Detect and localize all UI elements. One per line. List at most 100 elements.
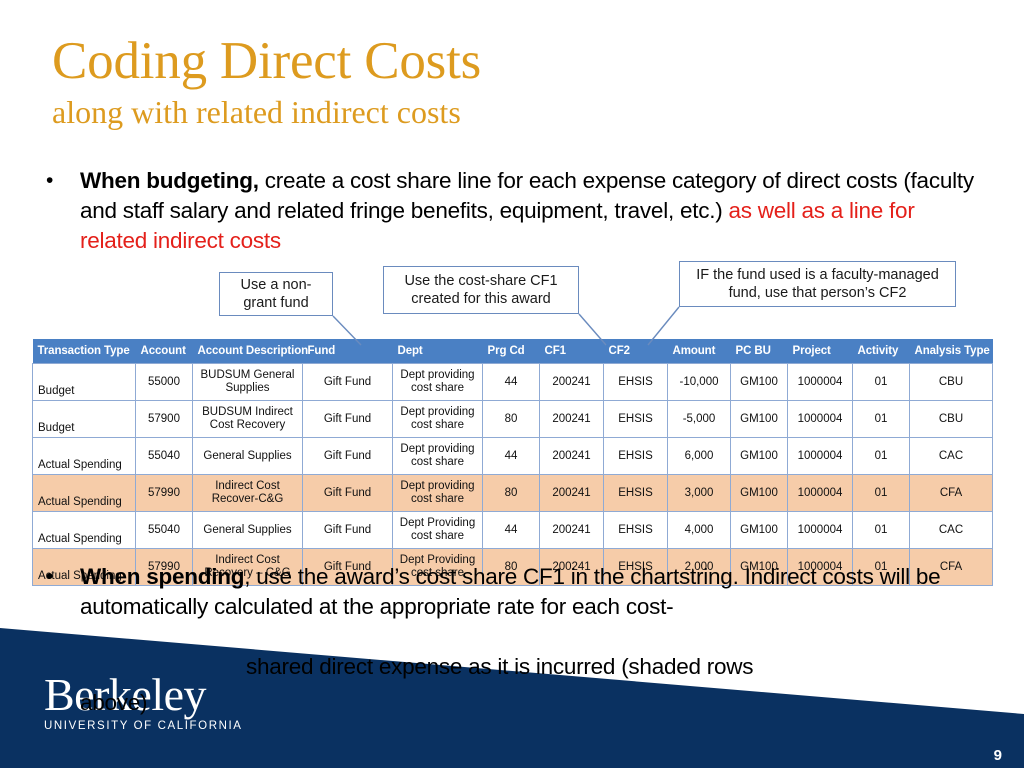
table-cell: Dept Providing cost share: [392, 511, 483, 549]
table-cell: Gift Fund: [302, 474, 393, 512]
table-cell: 44: [482, 511, 540, 549]
table-cell: 55040: [135, 511, 193, 549]
table-cell: EHSIS: [603, 400, 668, 438]
table-cell: GM100: [730, 437, 788, 475]
table-cell: Dept providing cost share: [392, 437, 483, 475]
col-header-activity: Activity: [852, 339, 910, 364]
table-cell: Actual Spending: [32, 474, 136, 512]
table-cell: BUDSUM General Supplies: [192, 363, 303, 401]
table-cell: EHSIS: [603, 474, 668, 512]
table-header-row: Transaction Type Account Account Descrip…: [32, 339, 993, 364]
bullet-spending-text: When spending, use the award’s cost shar…: [80, 562, 1006, 622]
callout-2-text: Use the cost-share CF1 created for this …: [404, 273, 558, 307]
col-header-cf2: CF2: [603, 339, 668, 364]
col-header-prg-cd: Prg Cd: [482, 339, 540, 364]
table-cell: 55000: [135, 363, 193, 401]
callout-faculty-managed-fund-cf2: IF the fund used is a faculty-managed fu…: [679, 261, 956, 307]
table-cell: 1000004: [787, 511, 853, 549]
table-cell: 200241: [539, 474, 604, 512]
bullet-spending: • When spending, use the award’s cost sh…: [46, 562, 1006, 622]
table-cell: EHSIS: [603, 437, 668, 475]
footer-bar: [0, 740, 1024, 768]
callout-3-text: IF the fund used is a faculty-managed fu…: [696, 267, 939, 301]
bullet-budgeting-lead: When budgeting,: [80, 168, 259, 193]
col-header-account-description: Account Description: [192, 339, 308, 364]
bullet-spending-lead: When spending: [80, 564, 245, 589]
col-header-account: Account: [135, 339, 193, 364]
page-title: Coding Direct Costs: [52, 32, 482, 90]
col-header-cf1: CF1: [539, 339, 604, 364]
table-cell: 44: [482, 437, 540, 475]
table-cell: 200241: [539, 400, 604, 438]
bullet-marker-icon: •: [46, 169, 54, 192]
title-block: Coding Direct Costs along with related i…: [52, 32, 952, 131]
table-row: Actual Spending 57990 Indirect Cost Recove…: [32, 474, 993, 512]
berkeley-tagline: UNIVERSITY OF CALIFORNIA: [44, 720, 243, 732]
col-header-pc-bu: PC BU: [730, 339, 788, 364]
cost-table-body: Budget 55000 BUDSUM General Supplies Gift F…: [32, 363, 993, 586]
bullet-spending-overflow-line-2: above): [80, 690, 148, 715]
table-cell: Actual Spending: [32, 511, 136, 549]
table-row: Actual Spending 55040 General Supplies Gift…: [32, 437, 993, 475]
table-cell: 80: [482, 400, 540, 438]
col-header-transaction-type: Transaction Type: [32, 339, 136, 364]
bullet-marker-icon-2: •: [46, 565, 54, 588]
bullet-spending-overflow-line: shared direct expense as it is incurred …: [246, 654, 754, 679]
table-cell: 6,000: [667, 437, 731, 475]
table-cell: CAC: [909, 437, 993, 475]
table-cell: GM100: [730, 474, 788, 512]
table-cell: 200241: [539, 437, 604, 475]
table-row: Budget 55000 BUDSUM General Supplies Gift F…: [32, 363, 993, 401]
table-cell: -5,000: [667, 400, 731, 438]
table-cell: Actual Spending: [32, 437, 136, 475]
col-header-analysis-type: Analysis Type: [909, 339, 993, 364]
table-cell: 55040: [135, 437, 193, 475]
table-cell: Dept providing cost share: [392, 400, 483, 438]
table-row: Actual Spending 55040 General Supplies Gift…: [32, 511, 993, 549]
table-cell: CBU: [909, 363, 993, 401]
page-subtitle: along with related indirect costs: [52, 94, 461, 131]
cost-table-container: Transaction Type Account Account Descrip…: [32, 339, 993, 586]
callout-use-cost-share-cf1: Use the cost-share CF1 created for this …: [383, 266, 579, 314]
table-cell: Budget: [32, 400, 136, 438]
table-cell: CBU: [909, 400, 993, 438]
col-header-project: Project: [787, 339, 853, 364]
table-cell: 1000004: [787, 474, 853, 512]
table-cell: 01: [852, 437, 910, 475]
callout-1-text: Use a non-grant fund: [240, 277, 312, 311]
table-cell: 200241: [539, 511, 604, 549]
table-cell: Gift Fund: [302, 363, 393, 401]
col-header-amount: Amount: [667, 339, 731, 364]
table-cell: 4,000: [667, 511, 731, 549]
table-cell: GM100: [730, 511, 788, 549]
table-cell: Gift Fund: [302, 511, 393, 549]
table-cell: 01: [852, 363, 910, 401]
table-cell: -10,000: [667, 363, 731, 401]
bullet-budgeting: • When budgeting, create a cost share li…: [46, 166, 976, 256]
table-cell: 01: [852, 511, 910, 549]
table-cell: 80: [482, 474, 540, 512]
table-cell: 1000004: [787, 437, 853, 475]
table-cell: EHSIS: [603, 511, 668, 549]
bullet-budgeting-text: When budgeting, create a cost share line…: [80, 166, 976, 256]
table-cell: 1000004: [787, 363, 853, 401]
table-cell: Budget: [32, 363, 136, 401]
table-cell: 57900: [135, 400, 193, 438]
table-cell: 1000004: [787, 400, 853, 438]
table-cell: EHSIS: [603, 363, 668, 401]
table-cell: General Supplies: [192, 437, 303, 475]
table-cell: GM100: [730, 400, 788, 438]
slide-number: 9: [993, 747, 1002, 764]
table-cell: 44: [482, 363, 540, 401]
table-cell: 01: [852, 400, 910, 438]
callout-use-non-grant-fund: Use a non-grant fund: [219, 272, 333, 316]
table-cell: General Supplies: [192, 511, 303, 549]
table-cell: Dept providing cost share: [392, 474, 483, 512]
table-cell: Gift Fund: [302, 437, 393, 475]
col-header-fund: Fund: [302, 339, 393, 364]
table-cell: Dept providing cost share: [392, 363, 483, 401]
table-row: Budget 57900 BUDSUM Indirect Cost Recovery…: [32, 400, 993, 438]
table-cell: 200241: [539, 363, 604, 401]
table-cell: 01: [852, 474, 910, 512]
cost-table: Transaction Type Account Account Descrip…: [32, 339, 993, 586]
